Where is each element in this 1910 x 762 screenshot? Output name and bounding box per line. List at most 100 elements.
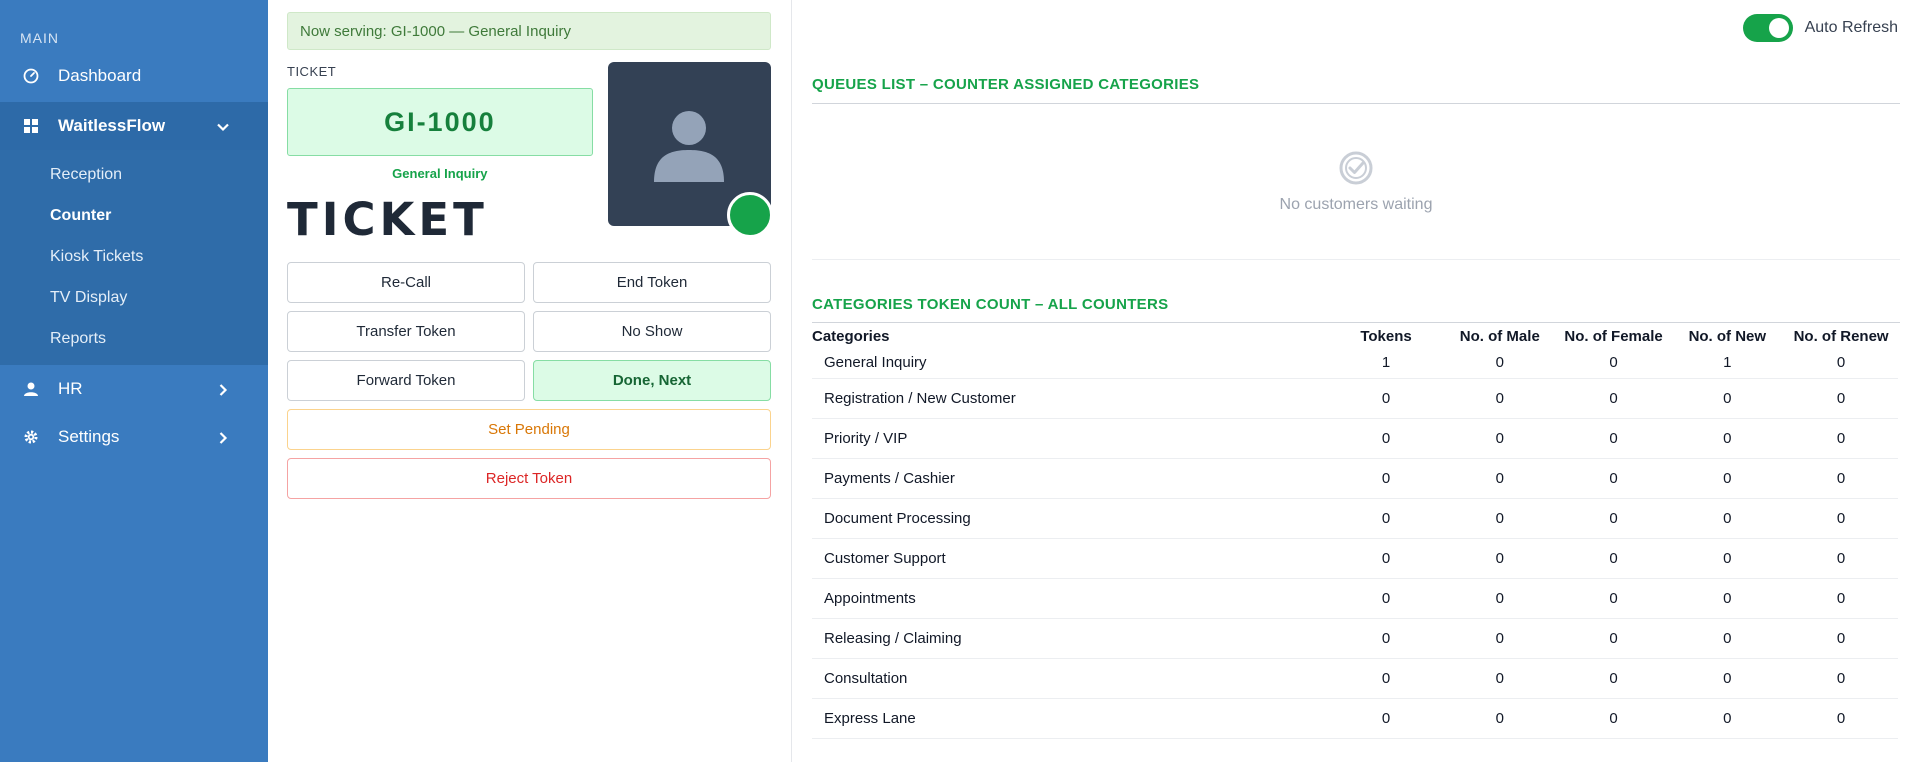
table-cell: 0: [1329, 498, 1443, 539]
table-cell: 0: [1442, 418, 1557, 459]
table-row: Registration / New Customer 0 0 0 0 0: [812, 378, 1898, 419]
table-cell: 0: [1442, 658, 1557, 699]
avatar: [607, 62, 773, 238]
sidebar-item-waitlessflow[interactable]: WaitlessFlow: [0, 102, 268, 150]
gear-icon: [22, 428, 40, 446]
end-token-button[interactable]: End Token: [533, 262, 771, 303]
table-cell: 0: [1670, 538, 1785, 579]
sidebar-subitem-reception[interactable]: Reception: [0, 154, 268, 195]
ticket-category: General Inquiry: [392, 166, 488, 181]
column-header: No. of New: [1688, 327, 1767, 345]
table-cell: 0: [1556, 698, 1671, 739]
table-cell: Consultation: [812, 658, 1330, 699]
table-cell: 0: [1442, 698, 1557, 739]
column-header: No. of Female: [1564, 327, 1663, 345]
table-cell: 0: [1329, 618, 1443, 659]
toggle-knob: [1768, 18, 1789, 38]
table-cell: 0: [1784, 348, 1898, 379]
empty-queue-text: No customers waiting: [1279, 196, 1433, 213]
table-cell: Appointments: [812, 578, 1330, 619]
table-cell: 0: [1784, 538, 1898, 579]
column-header: Categories: [812, 327, 890, 345]
categories-count-table: Categories Tokens No. of Male No. of Fem…: [812, 324, 1898, 739]
set-pending-button[interactable]: Set Pending: [287, 409, 771, 450]
sidebar-item-settings[interactable]: Settings: [0, 413, 268, 461]
table-row: Express Lane 0 0 0 0 0: [812, 698, 1898, 739]
queues-list-title: QUEUES LIST – COUNTER ASSIGNED CATEGORIE…: [812, 76, 1200, 93]
sidebar: MAIN Dashboard WaitlessFlow Reception Co…: [0, 0, 268, 762]
done-next-button[interactable]: Done, Next: [533, 360, 771, 401]
sidebar-item-label: WaitlessFlow: [58, 116, 166, 135]
table-cell: 0: [1670, 698, 1785, 739]
auto-refresh-toggle[interactable]: [1742, 14, 1793, 42]
table-cell: Releasing / Claiming: [812, 618, 1330, 659]
ticket-heading: TICKET: [287, 193, 488, 246]
table-cell: 0: [1784, 618, 1898, 659]
table-cell: 0: [1784, 698, 1898, 739]
table-cell: 0: [1556, 658, 1671, 699]
dashboard-icon: [22, 67, 40, 85]
table-cell: 0: [1329, 378, 1443, 419]
table-cell: 0: [1442, 618, 1557, 659]
table-cell: Express Lane: [812, 698, 1330, 739]
table-cell: 0: [1670, 618, 1785, 659]
sidebar-item-label: Dashboard: [58, 66, 142, 85]
table-cell: 0: [1442, 538, 1557, 579]
transfer-token-button[interactable]: Transfer Token: [287, 311, 525, 352]
table-cell: 0: [1670, 378, 1785, 419]
divider: [812, 103, 1900, 104]
sidebar-subitem-reports[interactable]: Reports: [0, 318, 268, 359]
sidebar-subitem-kiosk-tickets[interactable]: Kiosk Tickets: [0, 236, 268, 277]
recall-button[interactable]: Re-Call: [287, 262, 525, 303]
table-cell: 0: [1670, 578, 1785, 619]
table-cell: Registration / New Customer: [812, 378, 1330, 419]
chevron-right-icon: [216, 382, 230, 396]
table-row: Consultation 0 0 0 0 0: [812, 658, 1898, 699]
queue-panel: Auto Refresh QUEUES LIST – COUNTER ASSIG…: [792, 0, 1910, 762]
column-header: No. of Renew: [1793, 327, 1889, 345]
table-cell: 0: [1784, 578, 1898, 619]
reject-token-button[interactable]: Reject Token: [287, 458, 771, 499]
forward-token-button[interactable]: Forward Token: [287, 360, 525, 401]
empty-queue-state: No customers waiting: [812, 150, 1900, 214]
table-cell: Customer Support: [812, 538, 1330, 579]
table-cell: 0: [1556, 378, 1671, 419]
table-cell: 1: [1670, 348, 1785, 379]
sidebar-item-hr[interactable]: HR: [0, 365, 268, 413]
user-icon: [22, 380, 40, 398]
person-silhouette-icon: [654, 111, 725, 182]
table-header-row: Categories Tokens No. of Male No. of Fem…: [812, 324, 1898, 348]
no-show-button[interactable]: No Show: [533, 311, 771, 352]
ticket-number: GI-1000: [287, 88, 593, 156]
table-cell: 0: [1329, 458, 1443, 499]
sidebar-submenu: Reception Counter Kiosk Tickets TV Displ…: [0, 150, 268, 365]
counter-panel: Now serving: GI-1000 — General Inquiry T…: [268, 0, 792, 762]
table-cell: Priority / VIP: [812, 418, 1330, 459]
table-cell: 0: [1329, 658, 1443, 699]
sidebar-section-label: MAIN: [20, 30, 59, 46]
sidebar-item-label: HR: [58, 379, 83, 398]
table-cell: 0: [1670, 498, 1785, 539]
table-cell: 0: [1442, 378, 1557, 419]
sidebar-subitem-tv-display[interactable]: TV Display: [0, 277, 268, 318]
sidebar-subitem-counter[interactable]: Counter: [0, 195, 268, 236]
table-cell: 0: [1329, 538, 1443, 579]
table-cell: 0: [1556, 418, 1671, 459]
auto-refresh-control: Auto Refresh: [1742, 14, 1898, 42]
check-circle-icon: [1338, 150, 1374, 186]
table-cell: 0: [1784, 418, 1898, 459]
table-cell: 0: [1556, 538, 1671, 579]
table-cell: 0: [1556, 578, 1671, 619]
sidebar-item-dashboard[interactable]: Dashboard: [0, 52, 268, 100]
table-cell: 0: [1556, 348, 1671, 379]
table-row: Payments / Cashier 0 0 0 0 0: [812, 458, 1898, 499]
table-cell: 0: [1442, 458, 1557, 499]
now-serving-banner: Now serving: GI-1000 — General Inquiry: [287, 12, 771, 50]
online-status-indicator: [727, 192, 773, 238]
action-buttons: Re-Call End Token Transfer Token No Show…: [287, 262, 771, 499]
table-cell: 0: [1442, 578, 1557, 619]
table-cell: 0: [1670, 658, 1785, 699]
chevron-down-icon: [216, 119, 230, 133]
table-cell: Document Processing: [812, 498, 1330, 539]
table-cell: General Inquiry: [812, 348, 1330, 379]
